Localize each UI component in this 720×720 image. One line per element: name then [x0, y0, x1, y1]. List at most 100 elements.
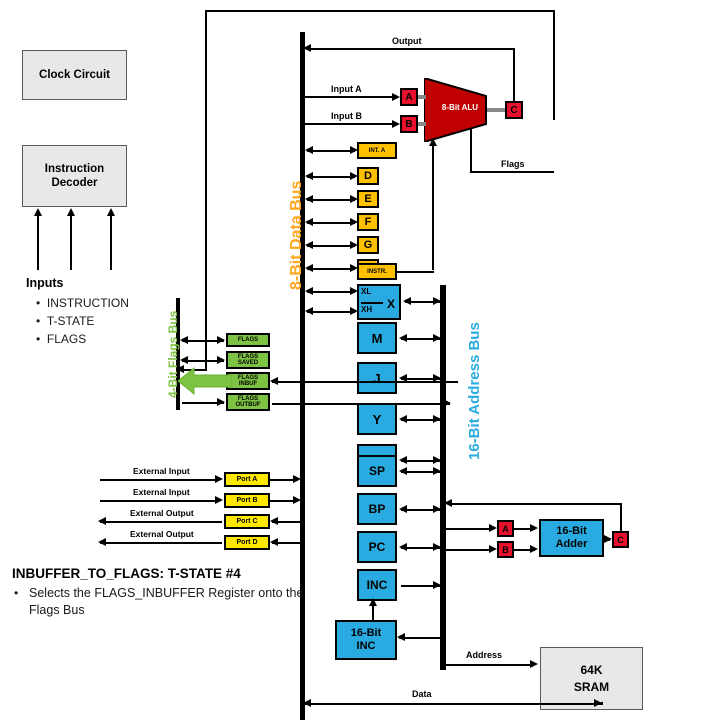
arrow-pc-to-addrbus	[433, 543, 441, 551]
bullet-icon: •	[36, 332, 41, 346]
arrow-addrbus-to-adder-b	[489, 545, 497, 553]
adder-input-a-latch[interactable]: A	[497, 520, 514, 537]
register-pc[interactable]: PC	[357, 531, 397, 563]
wire-latch-b-to-alu	[418, 122, 426, 126]
flags-register-inbuf[interactable]: FLAGS INBUF	[226, 372, 270, 390]
arrow-port-a-to-bus	[293, 475, 301, 483]
caption-title: INBUFFER_TO_FLAGS: T-STATE #4	[12, 566, 241, 581]
arrow-addrbus-to-incrementer	[397, 633, 405, 641]
wire-alu-feedback-top	[205, 10, 555, 13]
arrow-instr-to-alu	[428, 138, 437, 146]
register-f[interactable]: F	[357, 213, 379, 231]
bullet-icon: •	[36, 314, 41, 328]
arrow-d-to-bus	[305, 172, 313, 180]
register-instr-real[interactable]: INSTR.	[357, 263, 397, 280]
port-a[interactable]: Port A	[224, 472, 270, 487]
register-x-sub-lo: XH	[361, 305, 373, 314]
adder-input-b-latch[interactable]: B	[497, 541, 514, 558]
register-x-divider	[361, 302, 383, 304]
arrow-int-a-to-bus	[305, 146, 313, 154]
register-j-label: J	[373, 370, 381, 386]
register-d-label: D	[364, 170, 372, 182]
wire-outbuf-right	[272, 403, 450, 405]
arrow-to-e	[350, 195, 358, 203]
arrow-inc-to-addrbus	[433, 581, 441, 589]
register-inc[interactable]: INC	[357, 569, 397, 601]
register-x-label: X	[387, 297, 396, 311]
port-c[interactable]: Port C	[224, 514, 270, 529]
arrow-addrbus-to-y	[399, 415, 407, 423]
arrow-address-to-sram	[530, 660, 538, 668]
register-int-a[interactable]: INT. A	[357, 142, 397, 159]
flags-register-saved-label-2: SAVED	[237, 360, 259, 366]
arrow-addrbus-to-z	[399, 456, 407, 464]
register-j[interactable]: J	[357, 362, 397, 394]
adder-label-2: Adder	[555, 538, 588, 550]
adder-output-c-latch[interactable]: C	[612, 531, 629, 548]
register-m[interactable]: M	[357, 322, 397, 354]
arrow-port-a-in	[215, 475, 223, 483]
highlight-arrow-inbuf-to-flagsbus	[177, 366, 233, 401]
adder-block[interactable]: 16-Bit Adder	[539, 519, 604, 557]
flags-register-flags[interactable]: FLAGS	[226, 333, 270, 347]
incrementer-block[interactable]: 16-Bit INC	[335, 620, 397, 660]
alu-output-c-latch[interactable]: C	[505, 101, 523, 119]
wire-input-a	[305, 96, 395, 99]
input-label-2: FLAGS	[46, 332, 87, 346]
flags-register-outbuf[interactable]: FLAGS OUTBUF	[226, 393, 270, 411]
register-pc-label: PC	[368, 540, 386, 554]
instruction-decoder-label-2: Decoder	[51, 177, 98, 189]
arrow-to-flags-reg	[217, 336, 225, 344]
arrow-to-g	[350, 241, 358, 249]
incrementer-label-1: 16-Bit	[350, 626, 382, 639]
sram-label-2: SRAM	[573, 679, 610, 694]
arrow-to-xl	[350, 287, 358, 295]
alu-input-b-latch[interactable]: B	[400, 115, 418, 133]
arrow-e-to-bus	[305, 195, 313, 203]
register-x[interactable]: XL XH X	[357, 284, 401, 320]
label-port-b-direction: External Input	[133, 487, 190, 497]
data-bus-label: 8-Bit Data Bus	[288, 180, 305, 290]
register-f-label: F	[364, 216, 372, 228]
register-e-label: E	[364, 193, 372, 205]
clock-circuit-block[interactable]: Clock Circuit	[22, 50, 127, 100]
wire-decoder-in-2	[70, 215, 73, 270]
wire-adder-feedback-up	[620, 503, 623, 533]
register-y[interactable]: Y	[357, 403, 397, 435]
register-e[interactable]: E	[357, 190, 379, 208]
instruction-decoder-block[interactable]: Instruction Decoder	[22, 145, 127, 207]
adder-label-1: 16-Bit	[556, 524, 587, 537]
sram-block[interactable]: 64K SRAM	[540, 647, 643, 710]
port-b[interactable]: Port B	[224, 493, 270, 508]
wire-address-to-sram	[446, 664, 532, 667]
arrow-addrbus-to-bp	[399, 505, 407, 513]
alu-input-a-latch[interactable]: A	[400, 88, 418, 106]
arrow-port-c-out	[98, 517, 106, 525]
wire-input-b	[305, 123, 395, 126]
wire-adder-feedback-left	[448, 503, 622, 506]
register-g[interactable]: G	[357, 236, 379, 254]
sram-label-1: 64K	[580, 663, 603, 678]
register-bp[interactable]: BP	[357, 493, 397, 525]
wire-port-a-external	[100, 479, 218, 482]
address-bus-label: 16-Bit Address Bus	[466, 322, 483, 460]
register-sp-label: SP	[368, 464, 385, 478]
flags-register-flags-label: FLAGS	[237, 336, 259, 343]
wire-data-to-sram	[303, 703, 603, 706]
register-sp[interactable]: SP	[357, 455, 397, 487]
port-d[interactable]: Port D	[224, 535, 270, 550]
register-d[interactable]: D	[357, 167, 379, 185]
arrow-addrbus-to-x	[403, 297, 411, 305]
input-item-instruction: • INSTRUCTION	[36, 294, 129, 312]
label-port-a-direction: External Input	[133, 466, 190, 476]
incrementer-label-2: INC	[356, 640, 376, 652]
label-flags: Flags	[501, 159, 525, 169]
wire-bus-to-xl	[307, 291, 355, 294]
arrow-decoder-in-2	[66, 208, 75, 216]
wire-bus-to-e	[307, 199, 355, 202]
adder-input-b-label: B	[502, 544, 509, 555]
wire-alu-feedback-left	[205, 10, 208, 370]
flags-register-saved[interactable]: FLAGS SAVED	[226, 351, 270, 369]
arrow-to-flags-outbuf	[217, 398, 225, 406]
register-y-label: Y	[372, 411, 382, 427]
